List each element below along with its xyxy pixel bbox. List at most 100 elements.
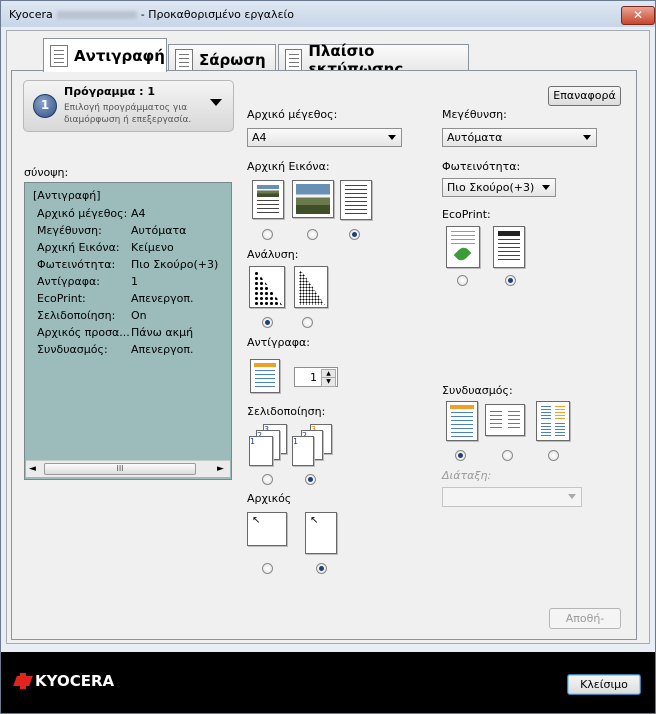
original-image-label: Αρχική Εικόνα: [247, 160, 330, 173]
summary-key: Αντίγραφα: [37, 275, 100, 288]
summary-horizontal-scrollbar[interactable]: ◄ III ► [26, 460, 230, 477]
ecoprint-off-icon[interactable] [493, 226, 525, 268]
kyocera-logo-icon [15, 673, 31, 689]
text-mode-icon[interactable] [340, 180, 372, 220]
orientation-left-edge-icon[interactable]: ↖ [305, 512, 337, 554]
copies-stepper[interactable]: 1 ▲ ▼ [294, 367, 338, 387]
summary-row: Συνδυασμός: Απενεργοπ. [37, 343, 227, 360]
title-bar[interactable]: Kyocera - Προκαθορισμένο εργαλείο ✕ [1, 1, 655, 27]
collate-on-icon[interactable]: 3 2 1 [292, 424, 336, 468]
photo-mode-icon[interactable] [292, 180, 334, 218]
reset-button[interactable]: Επαναφορά [548, 86, 621, 106]
summary-value: 1 [131, 275, 138, 288]
summary-row: Αρχικός προσα... Πάνω ακμή [37, 326, 227, 343]
scroll-left-icon[interactable]: ◄ [29, 464, 36, 474]
combine-label: Συνδυασμός: [442, 384, 513, 397]
zoom-value: Αυτόματα [447, 131, 503, 144]
resolution-radio-high[interactable] [262, 317, 273, 328]
density-select[interactable]: Πιο Σκούρο(+3) [442, 178, 556, 197]
collate-radio-off[interactable] [262, 474, 273, 485]
orientation-radio-left[interactable] [316, 563, 327, 574]
summary-key: Συνδυασμός: [37, 343, 108, 356]
collate-label: Σελιδοποίηση: [247, 405, 326, 418]
density-label: Φωτεινότητα: [442, 160, 521, 173]
original-size-value: A4 [252, 131, 267, 144]
program-selector[interactable]: 1 Πρόγραμμα : 1 Επιλογή προγράμματος για… [23, 80, 234, 132]
save-button[interactable]: Αποθή- [549, 608, 621, 629]
zoom-label: Μεγέθυνση: [442, 108, 507, 121]
summary-value: Αυτόματα [131, 224, 187, 237]
summary-panel: [Αντιγραφή] Αρχικό μέγεθος: A4 Μεγέθυνση:… [24, 182, 232, 480]
summary-key: Μεγέθυνση: [37, 224, 102, 237]
page-number: 1 [293, 437, 299, 446]
density-value: Πιο Σκούρο(+3) [447, 181, 535, 194]
summary-value: Πάνω ακμή [131, 326, 194, 339]
summary-key: EcoPrint: [37, 292, 86, 305]
combine-2in1-icon[interactable] [485, 404, 525, 436]
summary-key: Αρχικός προσα... [37, 326, 130, 339]
ecoprint-radio-on[interactable] [457, 275, 468, 286]
ecoprint-label: EcoPrint: [442, 208, 491, 221]
summary-value: Πιο Σκούρο(+3) [131, 258, 219, 271]
summary-row: Αρχική Εικόνα: Κείμενο [37, 241, 227, 258]
tab-scan-label: Σάρωση [199, 50, 266, 69]
original-image-radio-text-photo[interactable] [262, 229, 273, 240]
summary-value: On [131, 309, 147, 322]
summary-row: Σελιδοποίηση: On [37, 309, 227, 326]
copies-down-icon[interactable]: ▼ [321, 377, 336, 387]
ecoprint-radio-off[interactable] [505, 275, 516, 286]
brand-bar: KYOCERA [1, 652, 655, 713]
kyocera-logo: KYOCERA [15, 672, 114, 690]
resolution-fine-icon[interactable] [294, 266, 328, 308]
zoom-select[interactable]: Αυτόματα [442, 128, 597, 147]
summary-key: Φωτεινότητα: [37, 258, 116, 271]
page-number: 1 [250, 437, 256, 446]
chevron-down-icon [568, 494, 576, 499]
summary-key: Αρχική Εικόνα: [37, 241, 120, 254]
layout-label: Διάταξη: [442, 469, 492, 482]
copy-icon [50, 44, 68, 67]
copies-input[interactable]: 1 [310, 371, 317, 384]
tab-copy[interactable]: Αντιγραφή [43, 38, 167, 72]
ecoprint-on-icon[interactable] [446, 226, 480, 268]
scan-icon [175, 48, 193, 71]
summary-heading: [Αντιγραφή] [33, 189, 101, 202]
orientation-radio-top[interactable] [262, 563, 273, 574]
tab-copy-label: Αντιγραφή [74, 46, 165, 65]
chevron-down-icon[interactable] [210, 99, 222, 106]
combine-off-icon[interactable] [446, 401, 478, 441]
window-title-suffix: - Προκαθορισμένο εργαλείο [140, 8, 294, 21]
window-title-prefix: Kyocera [9, 8, 53, 21]
close-button[interactable]: Κλείσιμο [567, 674, 641, 695]
collate-off-icon[interactable]: 3 2 1 [249, 424, 289, 468]
window-title: Kyocera - Προκαθορισμένο εργαλείο [9, 8, 294, 21]
summary-value: Απενεργοπ. [131, 343, 194, 356]
combine-radio-4in1[interactable] [548, 450, 559, 461]
orientation-top-edge-icon[interactable]: ↖ [247, 512, 287, 546]
resolution-radio-fine[interactable] [302, 317, 313, 328]
scroll-thumb[interactable]: III [44, 463, 196, 475]
redacted-model-name [56, 11, 137, 19]
summary-row: Μεγέθυνση: Αυτόματα [37, 224, 227, 241]
original-image-radio-text[interactable] [349, 229, 360, 240]
program-description: Επιλογή προγράμματος για διαμόρφωση ή επ… [64, 103, 192, 125]
brand-name: KYOCERA [35, 672, 115, 690]
resolution-high-icon[interactable] [249, 266, 285, 308]
original-image-radio-photo[interactable] [307, 229, 318, 240]
orientation-label: Αρχικός [247, 492, 292, 505]
combine-4in1-icon[interactable] [536, 401, 570, 441]
original-size-select[interactable]: A4 [247, 128, 402, 147]
summary-row: Αντίγραφα: 1 [37, 275, 227, 292]
original-size-label: Αρχικό μέγεθος: [247, 108, 338, 121]
document-box-icon [285, 48, 303, 71]
summary-label: σύνοψη: [24, 166, 69, 179]
collate-radio-on[interactable] [305, 474, 316, 485]
summary-key: Αρχικό μέγεθος: [37, 207, 128, 220]
window-close-button[interactable]: ✕ [621, 6, 655, 25]
layout-select[interactable] [442, 487, 582, 507]
scroll-right-icon[interactable]: ► [217, 464, 224, 474]
text-photo-mode-icon[interactable] [252, 180, 284, 219]
combine-radio-off[interactable] [455, 450, 466, 461]
copies-stack-icon [250, 359, 280, 393]
combine-radio-2in1[interactable] [502, 450, 513, 461]
